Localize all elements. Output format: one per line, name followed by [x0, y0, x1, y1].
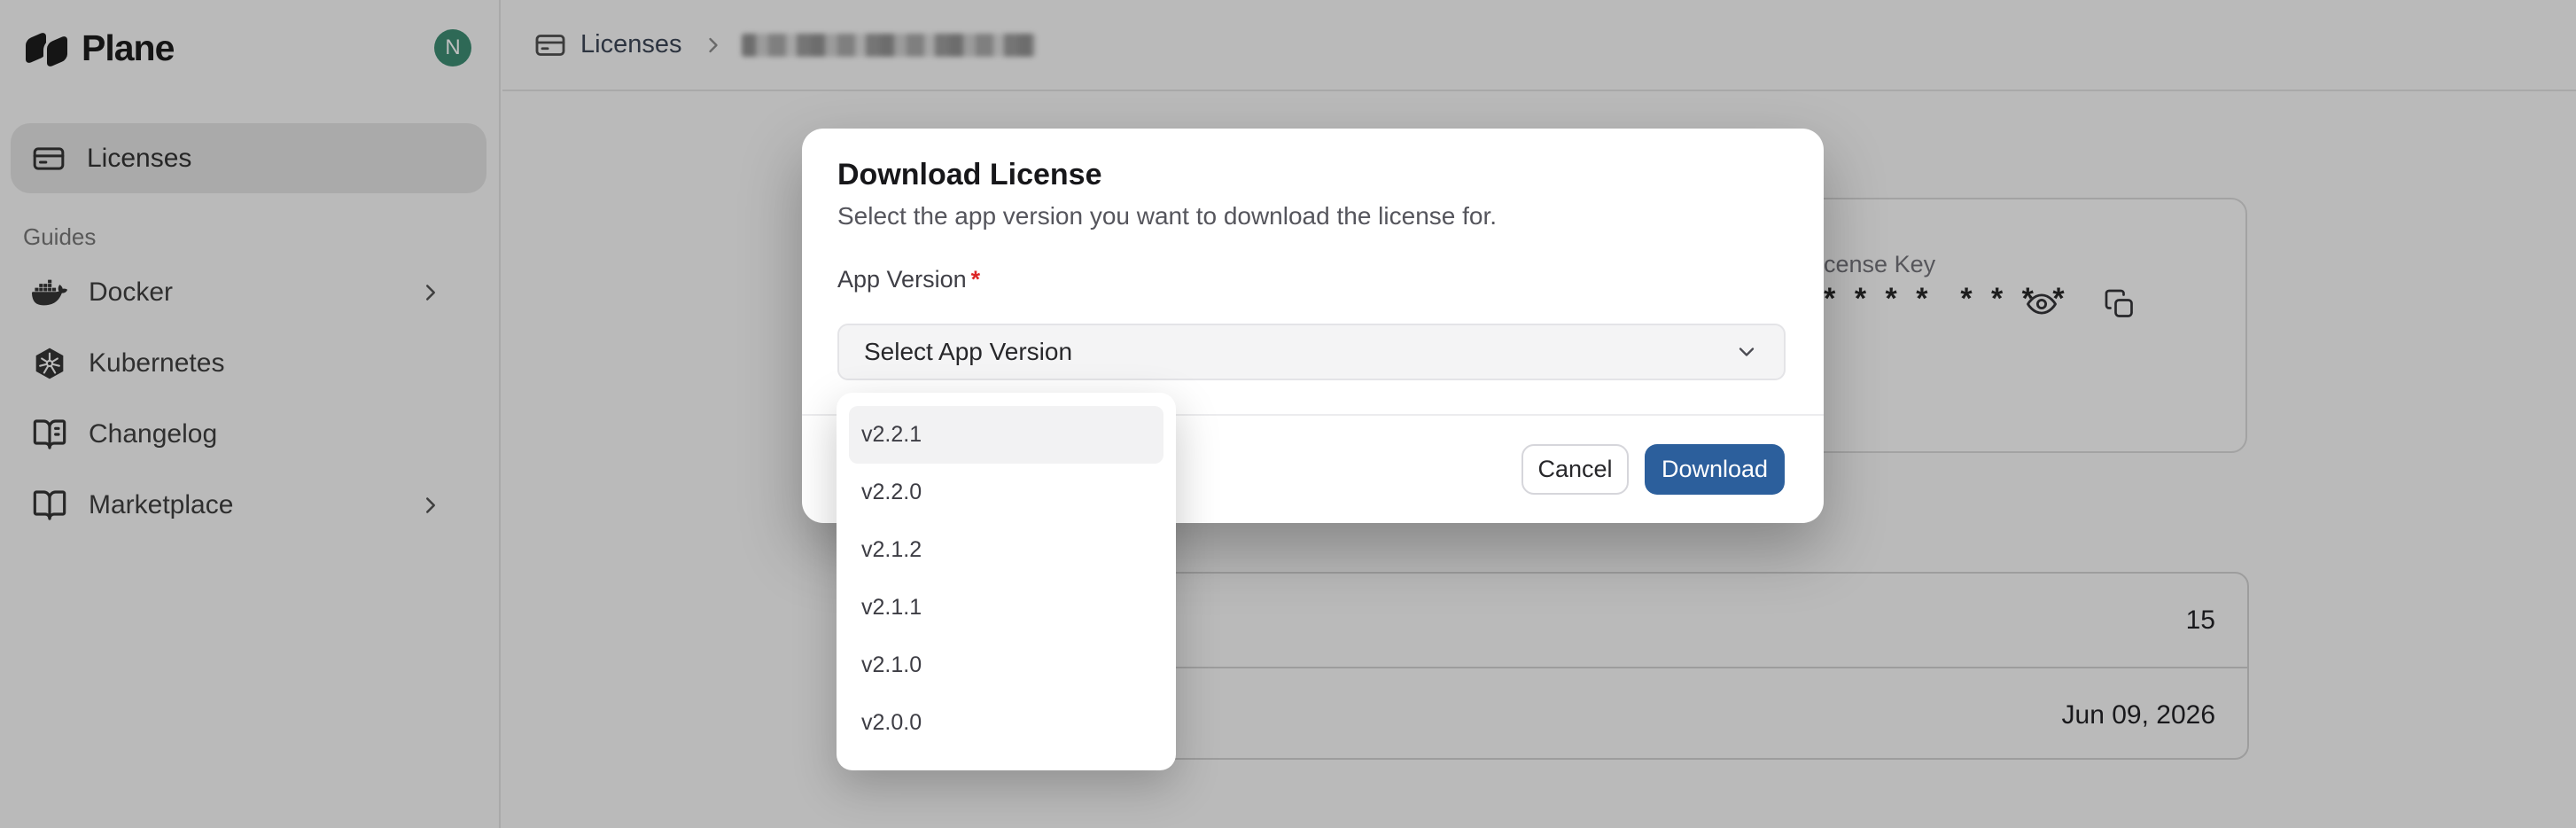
dropdown-option-v2-2-1[interactable]: v2.2.1 — [849, 406, 1163, 464]
chevron-down-icon — [1734, 340, 1759, 364]
download-button[interactable]: Download — [1645, 444, 1785, 495]
dropdown-option-v2-0-0[interactable]: v2.0.0 — [849, 694, 1163, 752]
dropdown-option-v2-1-0[interactable]: v2.1.0 — [849, 637, 1163, 694]
cancel-button[interactable]: Cancel — [1521, 444, 1629, 495]
app-version-dropdown: v2.2.1 v2.2.0 v2.1.2 v2.1.1 v2.1.0 v2.0.… — [837, 393, 1176, 770]
dropdown-option-v2-1-1[interactable]: v2.1.1 — [849, 579, 1163, 637]
app-version-label-text: App Version — [837, 266, 967, 293]
dropdown-option-v2-1-2[interactable]: v2.1.2 — [849, 521, 1163, 579]
select-placeholder: Select App Version — [864, 338, 1072, 366]
dropdown-option-v2-2-0[interactable]: v2.2.0 — [849, 464, 1163, 521]
required-asterisk: * — [971, 266, 981, 293]
plane-admin-app: Plane N Licenses Guides Docker Kubernete… — [0, 0, 2576, 828]
app-version-label: App Version* — [837, 266, 980, 293]
app-version-select[interactable]: Select App Version — [837, 324, 1786, 380]
modal-title: Download License — [837, 158, 1102, 192]
modal-subtitle: Select the app version you want to downl… — [837, 202, 1497, 230]
